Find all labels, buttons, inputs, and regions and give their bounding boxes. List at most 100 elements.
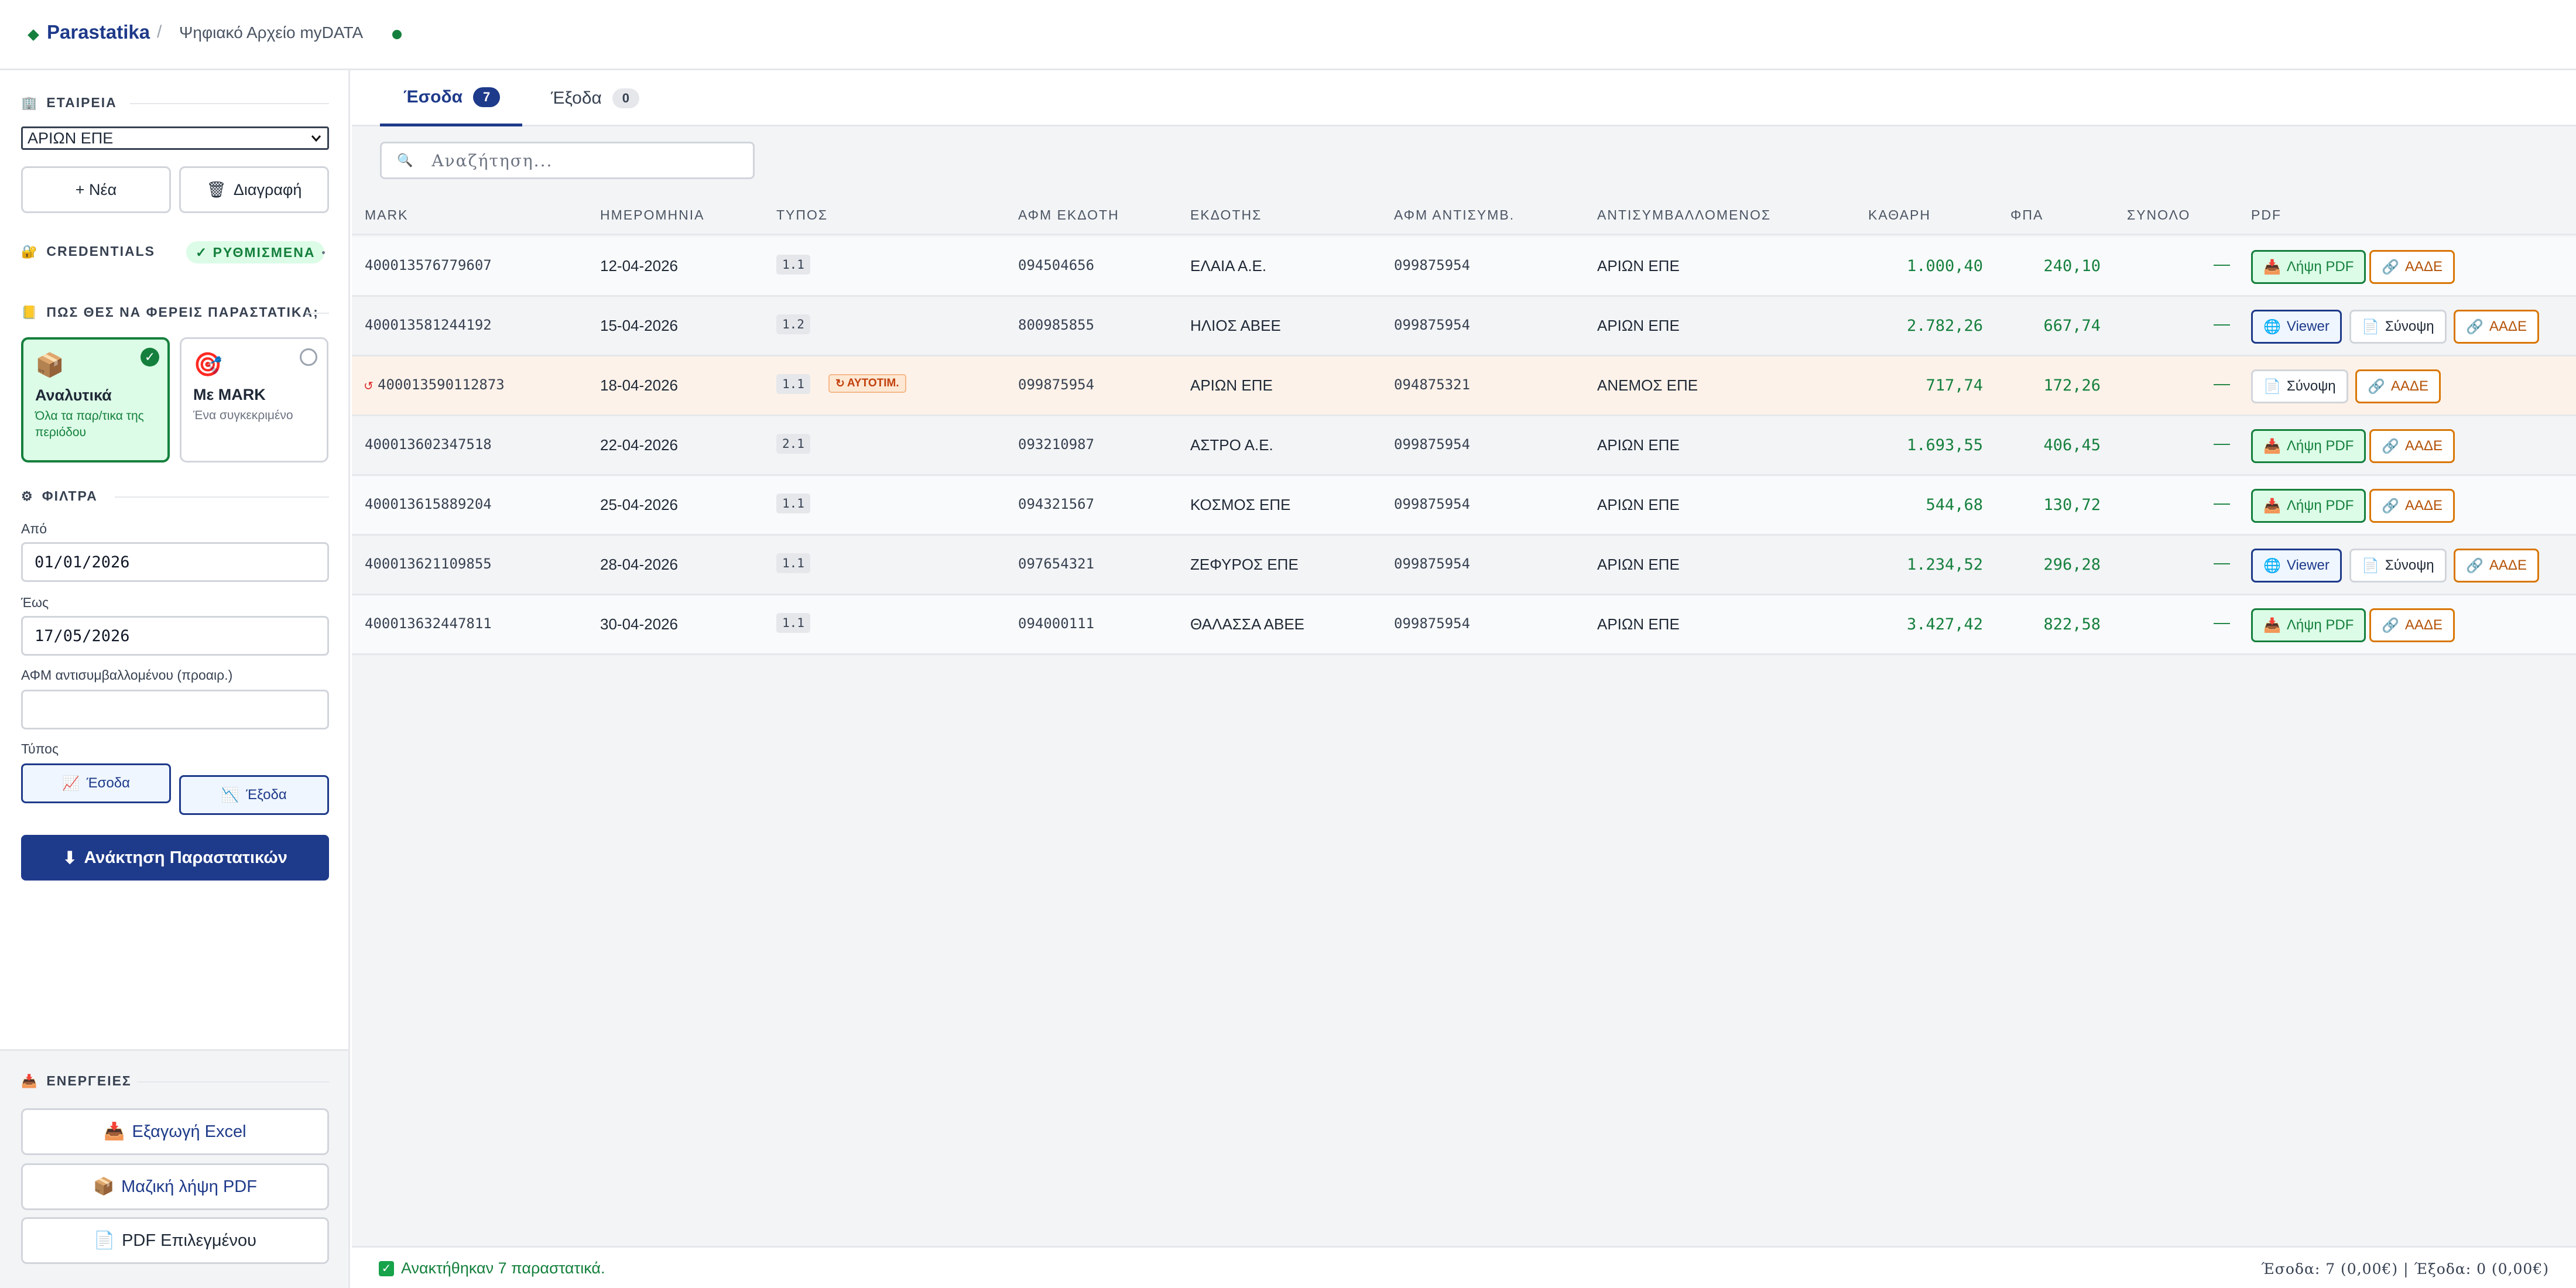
cell-type-tag: 1.1 — [776, 613, 810, 633]
package-icon: 📦 — [93, 1177, 115, 1196]
cell-issuer: ΘΑΛΑΣΣΑ ΑΒΕΕ — [1190, 615, 1305, 633]
selected-pdf-button[interactable]: 📄 PDF Επιλεγμένου — [21, 1217, 329, 1264]
check-icon: ✓ — [141, 348, 159, 366]
cell-counterparty: ΑΡΙΩΝ ΕΠΕ — [1597, 436, 1680, 454]
tab-expense[interactable]: Έξοδα 0 — [533, 70, 657, 126]
to-date-input[interactable]: 17/05/2026 — [21, 616, 329, 656]
search-input[interactable]: 🔍 Αναζήτηση... — [380, 142, 755, 179]
app-brand[interactable]: Parastatika — [47, 21, 150, 43]
cell-date: 25-04-2026 — [600, 496, 678, 513]
aade-link-button[interactable]: 🔗 ΑΑΔΕ — [2454, 549, 2539, 583]
breadcrumb-current: Ψηφιακό Αρχείο myDATA — [179, 23, 364, 42]
breadcrumb-separator: / — [157, 22, 162, 42]
aade-link-button[interactable]: 🔗 ΑΑΔΕ — [2454, 310, 2539, 344]
aade-link-button[interactable]: 🔗 ΑΑΔΕ — [2369, 608, 2455, 642]
link-icon: 🔗 — [2382, 617, 2399, 633]
radio-unselected[interactable] — [300, 348, 317, 366]
col-pdf: PDF — [2251, 207, 2282, 222]
table-row[interactable]: 400013615889204 25-04-2026 1.1 094321567 ΚΟΣ… — [352, 476, 2576, 536]
type-label: Τύπος — [21, 741, 59, 756]
aade-link-button[interactable]: 🔗 ΑΑΔΕ — [2369, 429, 2455, 463]
tab-income[interactable]: Έσοδα 7 — [380, 70, 523, 126]
aade-link-button[interactable]: 🔗 ΑΑΔΕ — [2369, 250, 2455, 284]
cell-mark[interactable]: 400013590112873 — [378, 376, 505, 393]
summary-button[interactable]: 📄 Σύνοψη — [2349, 310, 2447, 344]
search-icon: 🔍 — [397, 153, 415, 168]
credentials-status-badge: ✓ ΡΥΘΜΙΣΜΕΝΑ — [186, 241, 325, 263]
cell-date: 28-04-2026 — [600, 556, 678, 573]
summary-button[interactable]: 📄 Σύνοψη — [2349, 549, 2447, 583]
afm-input[interactable] — [21, 690, 329, 729]
cell-vat: 296,28 — [2043, 556, 2101, 574]
cell-mark[interactable]: 400013621109855 — [365, 556, 492, 572]
cell-net: 2.782,26 — [1906, 317, 1983, 335]
col-issuer-afm[interactable]: ΑΦΜ ΕΚΔΟΤΗ — [1018, 207, 1119, 223]
cell-date: 12-04-2026 — [600, 257, 678, 275]
from-date-input[interactable]: 01/01/2026 — [21, 542, 329, 582]
cell-issuer-afm: 099875954 — [1018, 376, 1095, 393]
document-icon: 📄 — [93, 1231, 115, 1250]
globe-icon: 🌐 — [2263, 318, 2281, 335]
to-date-label: Έως — [21, 595, 49, 610]
cell-type-tag: 1.2 — [776, 314, 810, 334]
download-pdf-button[interactable]: 📥 Λήψη PDF — [2251, 608, 2366, 642]
cell-date: 22-04-2026 — [600, 436, 678, 454]
ledger-icon: 📒 — [21, 304, 39, 320]
download-pdf-button[interactable]: 📥 Λήψη PDF — [2251, 429, 2366, 463]
fetch-option-detailed[interactable]: ✓ 📦 Αναλυτικά Όλα τα παρ/τικα της περιόδ… — [21, 337, 170, 463]
fetch-documents-button[interactable]: ⬇ Ανάκτηση Παραστατικών — [21, 835, 329, 881]
table-row[interactable]: ↺ 400013590112873 18-04-2026 1.1 ↻ ΑΥΤΟΤΙΜ. 09… — [352, 357, 2576, 416]
col-net[interactable]: ΚΑΘΑΡΗ — [1868, 207, 1931, 223]
aade-link-button[interactable]: 🔗 ΑΑΔΕ — [2355, 369, 2441, 403]
aade-link-button[interactable]: 🔗 ΑΑΔΕ — [2369, 489, 2455, 523]
cell-type-tag: 1.1 — [776, 553, 810, 573]
table-row[interactable]: 400013602347518 22-04-2026 2.1 093210987 ΑΣΤ… — [352, 416, 2576, 476]
col-type[interactable]: ΤΥΠΟΣ — [776, 207, 828, 223]
viewer-button[interactable]: 🌐 Viewer — [2251, 310, 2342, 344]
summary-button[interactable]: 📄 Σύνοψη — [2251, 369, 2348, 403]
cell-mark[interactable]: 400013576779607 — [365, 257, 492, 273]
company-select[interactable]: ΑΡΙΩΝ ΕΠΕ — [21, 126, 329, 150]
table-row[interactable]: 400013632447811 30-04-2026 1.1 094000111 ΘΑΛ… — [352, 595, 2576, 655]
cell-mark[interactable]: 400013602347518 — [365, 436, 492, 453]
cell-issuer: ΗΛΙΟΣ ΑΒΕΕ — [1190, 317, 1281, 334]
col-counterparty[interactable]: ΑΝΤΙΣΥΜΒΑΛΛΟΜΕΝΟΣ — [1597, 207, 1771, 223]
download-pdf-button[interactable]: 📥 Λήψη PDF — [2251, 489, 2366, 523]
table-row[interactable]: 400013621109855 28-04-2026 1.1 097654321 ΖΕΦ… — [352, 536, 2576, 595]
afm-label: ΑΦΜ αντισυμβαλλομένου (προαιρ.) — [21, 667, 233, 683]
col-issuer[interactable]: ΕΚΔΟΤΗΣ — [1190, 207, 1262, 223]
col-mark[interactable]: MARK — [365, 207, 408, 223]
cell-total: — — [2214, 255, 2230, 273]
table-header: MARK ΗΜΕΡΟΜΗΝΙΑ ΤΥΠΟΣ ΑΦΜ ΕΚΔΟΤΗ ΕΚΔΟΤΗΣ… — [352, 193, 2576, 235]
col-date[interactable]: ΗΜΕΡΟΜΗΝΙΑ — [600, 207, 704, 223]
download-pdf-button[interactable]: 📥 Λήψη PDF — [2251, 250, 2366, 284]
cell-mark[interactable]: 400013615889204 — [365, 496, 492, 512]
type-income-toggle[interactable]: 📈 Έσοδα — [21, 763, 171, 803]
table-row[interactable]: 400013581244192 15-04-2026 1.2 800985855 ΗΛΙ… — [352, 297, 2576, 357]
bulk-pdf-button[interactable]: 📦 Μαζική λήψη PDF — [21, 1163, 329, 1210]
fetch-option-mark[interactable]: 🎯 Με MARK Ένα συγκεκριμένο — [180, 337, 328, 463]
cell-net: 3.427,42 — [1906, 615, 1983, 633]
link-icon: 🔗 — [2382, 498, 2399, 514]
type-expense-toggle[interactable]: 📉 Έξοδα — [179, 775, 329, 815]
cell-mark[interactable]: 400013632447811 — [365, 615, 492, 632]
viewer-button[interactable]: 🌐 Viewer — [2251, 549, 2342, 583]
link-icon: 🔗 — [2382, 438, 2399, 454]
table-row[interactable]: 400013576779607 12-04-2026 1.1 094504656 ΕΛΑ… — [352, 237, 2576, 297]
new-company-button[interactable]: + Νέα — [21, 166, 171, 213]
actions-panel: 📥 ΕΝΕΡΓΕΙΕΣ 📥 Εξαγωγή Excel 📦 Μαζική λήψ… — [0, 1049, 348, 1288]
cell-issuer: ΕΛΑΙΑ Α.Ε. — [1190, 257, 1267, 275]
inbox-tray-icon: 📥 — [2263, 259, 2281, 275]
delete-company-button[interactable]: 🗑 Διαγραφή — [179, 166, 329, 213]
export-excel-button[interactable]: 📥 Εξαγωγή Excel — [21, 1108, 329, 1155]
cell-issuer-afm: 094321567 — [1018, 496, 1095, 512]
cell-net: 1.234,52 — [1906, 556, 1983, 574]
document-icon: 📄 — [2263, 378, 2281, 395]
col-total[interactable]: ΣΥΝΟΛΟ — [2127, 207, 2190, 223]
col-counter-afm[interactable]: ΑΦΜ ΑΝΤΙΣΥΜΒ. — [1394, 207, 1515, 223]
connection-status-dot — [392, 30, 402, 39]
chart-down-icon: 📉 — [221, 787, 239, 803]
cell-counter-afm: 099875954 — [1394, 556, 1471, 572]
col-vat[interactable]: ΦΠΑ — [2010, 207, 2043, 223]
cell-mark[interactable]: 400013581244192 — [365, 317, 492, 333]
